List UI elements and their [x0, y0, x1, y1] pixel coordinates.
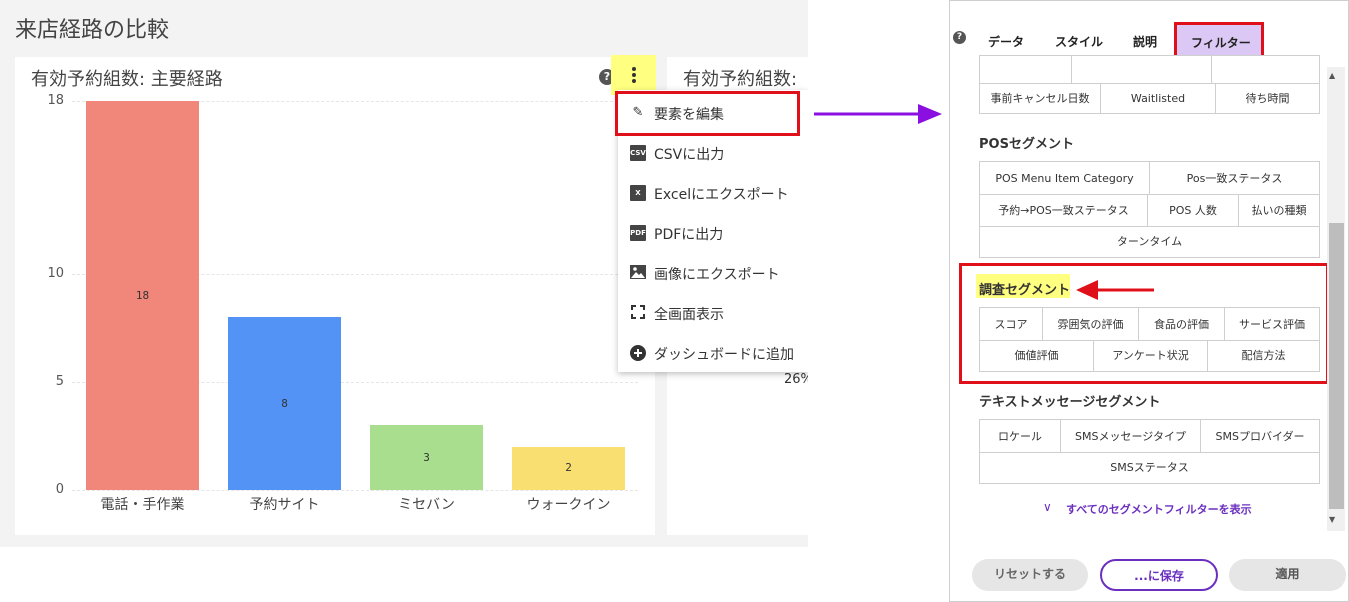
scroll-up-icon[interactable]: ▲	[1329, 71, 1335, 80]
add-circle-icon	[630, 345, 646, 361]
y-tick-label: 5	[55, 373, 64, 389]
y-tick-label: 0	[55, 482, 64, 497]
menu-item-label: 全画面表示	[654, 307, 724, 323]
segment-group-pos: POS Menu Item Category Pos一致ステータス 予約→POS…	[979, 161, 1320, 258]
percentage-value: 26%	[784, 372, 808, 387]
menu-item-label: ダッシュボードに追加	[654, 347, 794, 363]
segment-filter-chip[interactable]: Waitlisted	[1101, 84, 1216, 114]
edit-highlight-box	[615, 91, 800, 136]
tab-style[interactable]: スタイル	[1055, 33, 1103, 50]
dashboard: 来店経路の比較 有効予約組数: 主要経路 ? 有効予約組数: 0 5 10 18 18 電…	[0, 0, 808, 547]
segment-filter-chip[interactable]: 払いの種類	[1239, 195, 1319, 227]
tab-description[interactable]: 説明	[1133, 33, 1157, 50]
apply-button[interactable]: 適用	[1229, 559, 1346, 591]
segment-filter-chip[interactable]	[980, 56, 1072, 84]
segment-filter-chip[interactable]: POS Menu Item Category	[980, 162, 1150, 195]
bar-value-label: 2	[565, 461, 572, 475]
pdf-file-icon: PDF	[630, 225, 646, 241]
x-category-label: 電話・手作業	[100, 497, 185, 513]
segment-filter-chip[interactable]: POS 人数	[1148, 195, 1239, 227]
section-title-pos: POSセグメント	[979, 137, 1074, 152]
segment-filter-chip[interactable]: SMSステータス	[980, 453, 1319, 483]
segment-filter-chip[interactable]: Pos一致ステータス	[1150, 162, 1319, 195]
segment-filter-chip[interactable]	[1212, 56, 1319, 84]
segment-filter-chip[interactable]: 事前キャンセル日数	[980, 84, 1101, 114]
image-icon	[630, 265, 646, 281]
segment-filter-chip[interactable]: 予約→POS一致ステータス	[980, 195, 1148, 227]
menu-item-csv[interactable]: CSV CSVに出力	[618, 133, 808, 173]
segment-filter-chip[interactable]	[1072, 56, 1212, 84]
reset-button[interactable]: リセットする	[972, 559, 1088, 591]
menu-item-add-dashboard[interactable]: ダッシュボードに追加	[618, 333, 808, 373]
y-tick-label: 18	[47, 93, 64, 108]
y-tick-label: 10	[47, 265, 64, 281]
scrollbar-thumb[interactable]	[1329, 223, 1344, 509]
bar-value-label: 8	[281, 396, 288, 410]
tab-filter[interactable]: フィルター	[1174, 22, 1264, 58]
segment-filter-chip[interactable]: 待ち時間	[1216, 84, 1319, 114]
chevron-down-icon: ∨	[1043, 500, 1052, 514]
segment-filter-chip[interactable]: SMSプロバイダー	[1201, 420, 1319, 453]
tab-data[interactable]: データ	[988, 33, 1024, 50]
gridline	[72, 490, 638, 491]
section-title-sms: テキストメッセージセグメント	[979, 395, 1161, 410]
segment-group-top: 事前キャンセル日数 Waitlisted 待ち時間	[979, 55, 1320, 114]
pointer-arrow-icon	[814, 104, 942, 124]
save-to-button[interactable]: ...に保存	[1100, 559, 1218, 591]
menu-item-pdf[interactable]: PDF PDFに出力	[618, 213, 808, 253]
scroll-down-icon[interactable]: ▼	[1329, 515, 1335, 524]
menu-item-fullscreen[interactable]: 全画面表示	[618, 293, 808, 333]
x-category-label: ミセバン	[398, 497, 455, 513]
menu-item-label: Excelにエクスポート	[654, 187, 789, 203]
x-category-label: 予約サイト	[249, 497, 320, 513]
show-all-filters-link[interactable]: すべてのセグメントフィルターを表示	[1066, 501, 1252, 517]
segment-filter-chip[interactable]: ロケール	[980, 420, 1061, 453]
pointer-arrow-icon	[1076, 280, 1154, 300]
csv-file-icon: CSV	[630, 145, 646, 161]
x-category-label: ウォークイン	[526, 497, 611, 513]
excel-file-icon: X	[630, 185, 646, 201]
bar-value-label: 18	[135, 288, 150, 302]
menu-item-label: CSVに出力	[654, 147, 725, 163]
fullscreen-icon	[630, 305, 646, 321]
segment-group-sms: ロケール SMSメッセージタイプ SMSプロバイダー SMSステータス	[979, 419, 1320, 484]
tab-filter-label: フィルター	[1191, 36, 1251, 50]
segment-filter-chip[interactable]: SMSメッセージタイプ	[1061, 420, 1201, 453]
menu-item-excel[interactable]: X Excelにエクスポート	[618, 173, 808, 213]
bar-value-label: 3	[423, 450, 430, 464]
help-icon[interactable]: ?	[953, 31, 966, 44]
menu-item-label: PDFに出力	[654, 227, 724, 243]
menu-item-label: 画像にエクスポート	[654, 267, 780, 283]
segment-filter-chip[interactable]: ターンタイム	[980, 227, 1319, 257]
menu-item-image[interactable]: 画像にエクスポート	[618, 253, 808, 293]
